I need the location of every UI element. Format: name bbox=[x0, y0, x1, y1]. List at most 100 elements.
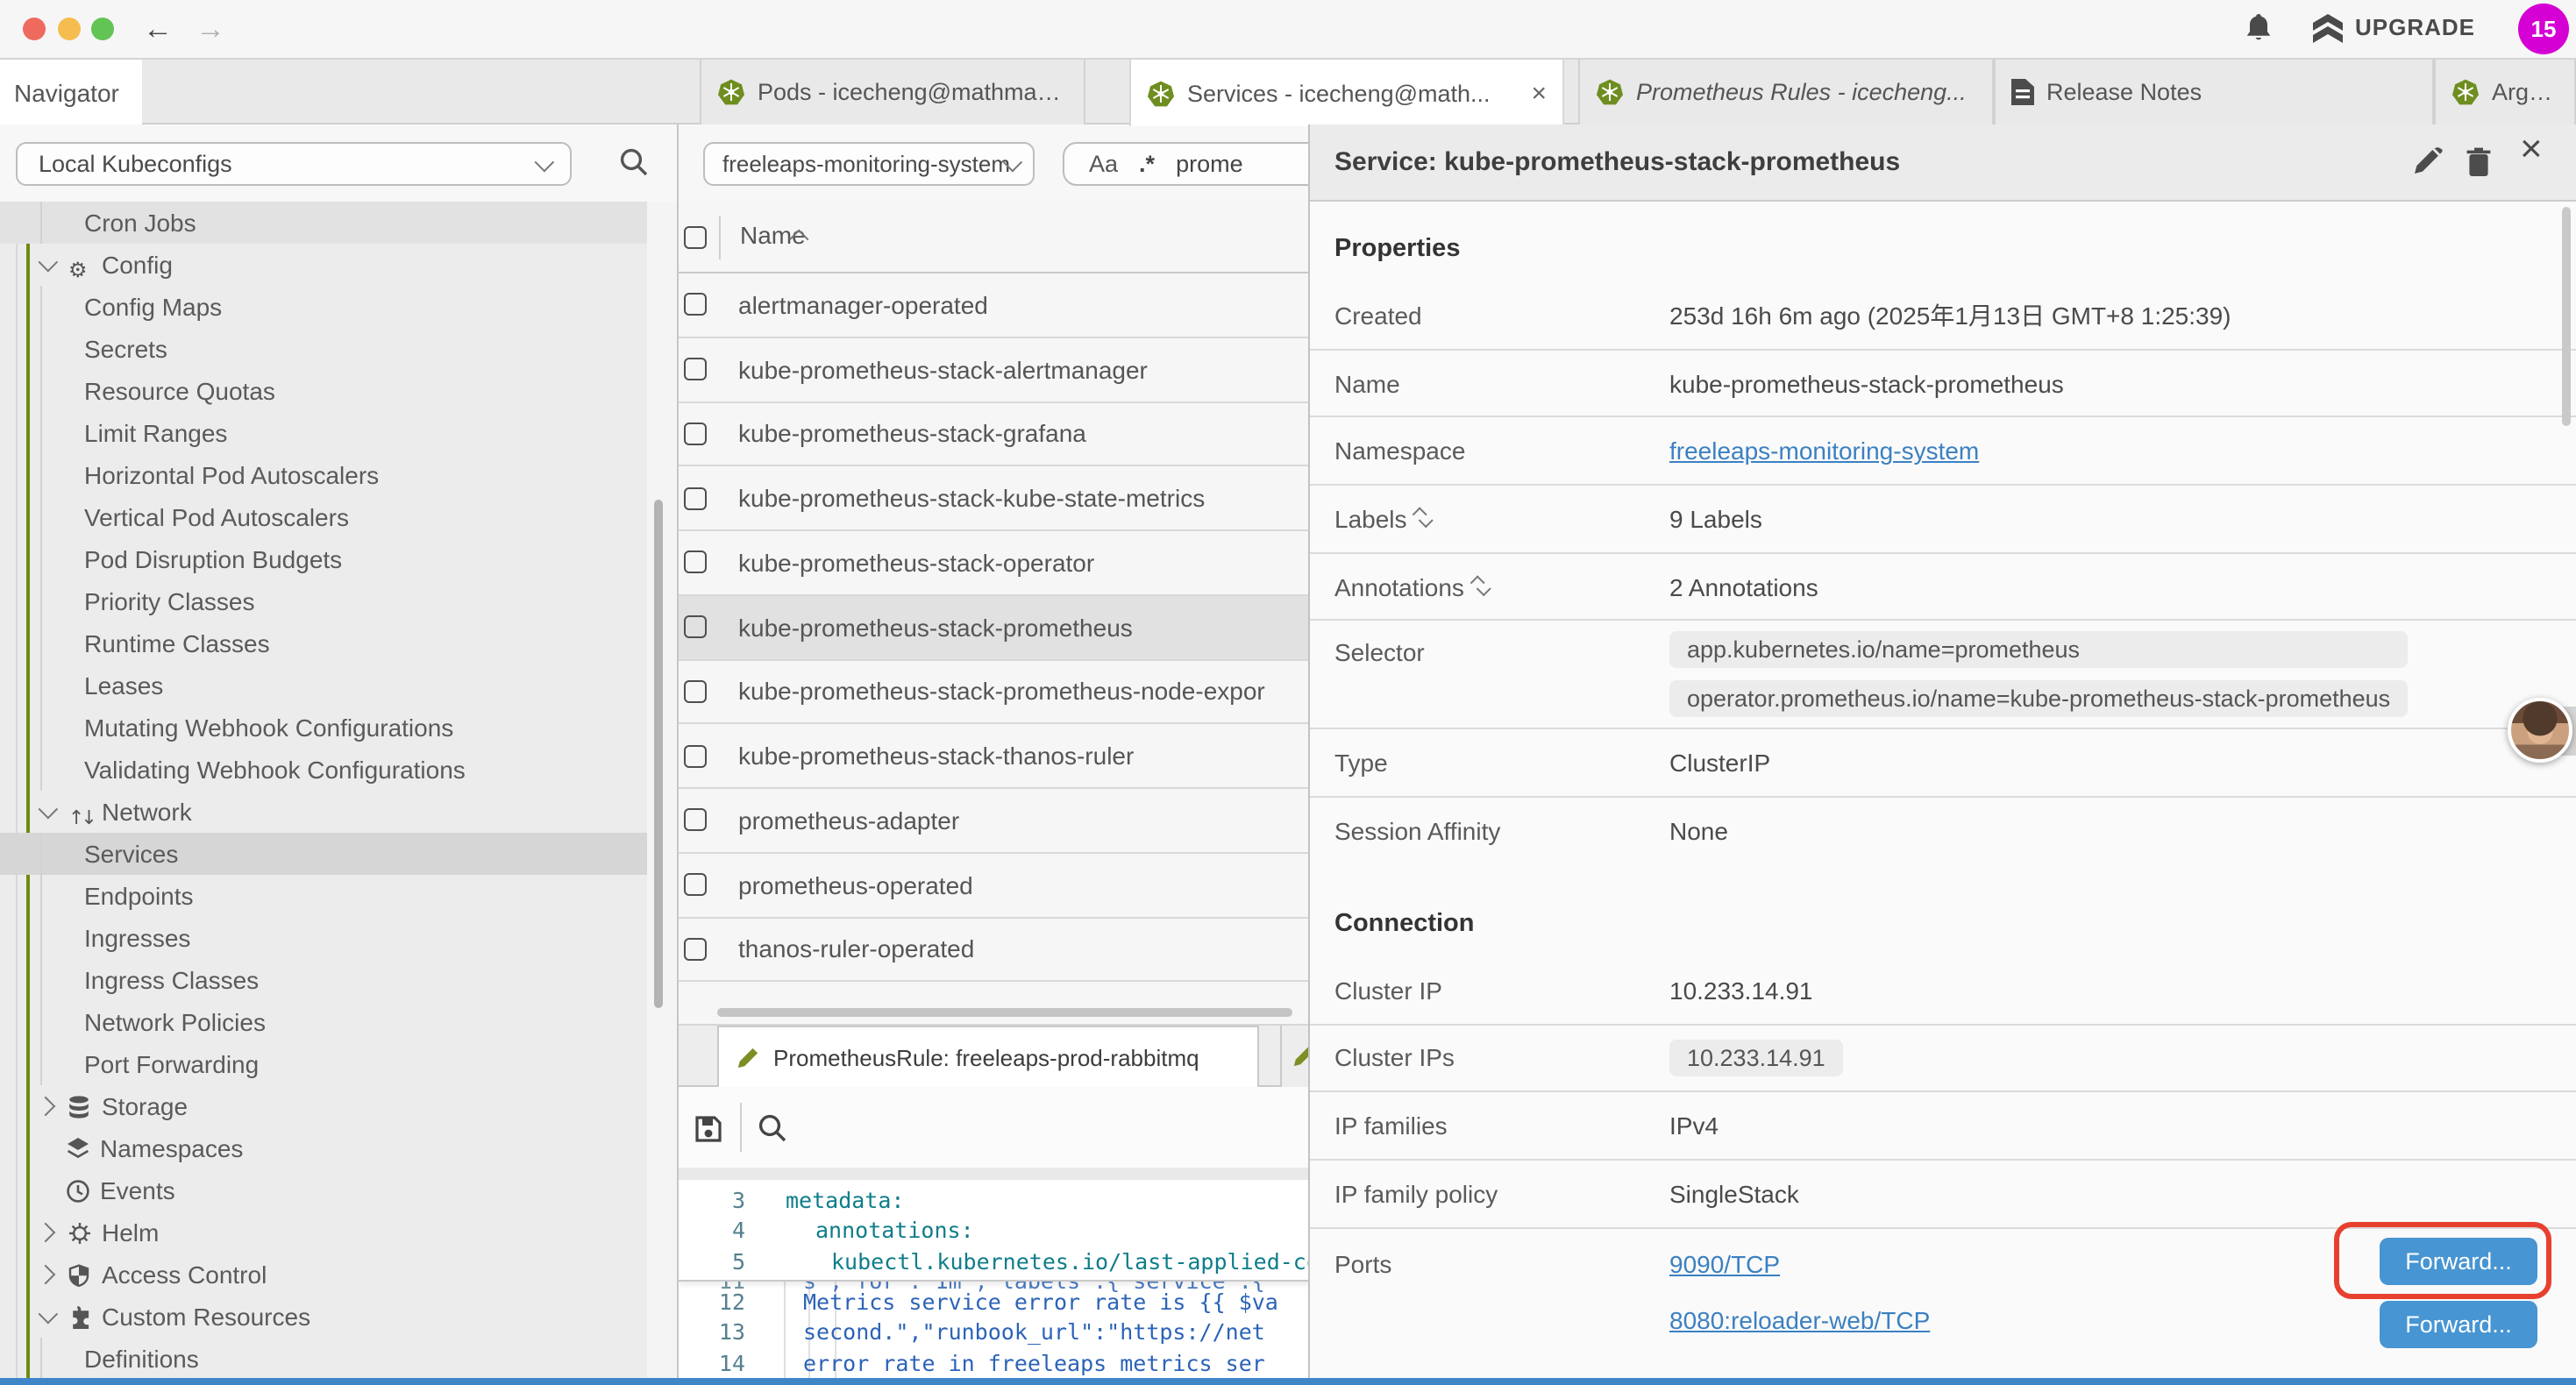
edit-pencil-icon[interactable] bbox=[2413, 147, 2443, 177]
chevron-right-icon[interactable] bbox=[36, 1223, 56, 1243]
table-row[interactable]: kube-prometheus-stack-operator bbox=[679, 531, 1310, 596]
minimize-dot[interactable] bbox=[57, 18, 80, 40]
sidebar-item-port-forwarding[interactable]: Port Forwarding bbox=[0, 1043, 647, 1085]
chevron-right-icon[interactable] bbox=[36, 1265, 56, 1285]
close-icon[interactable]: × bbox=[2520, 126, 2543, 172]
tab-release[interactable]: Release Notes bbox=[1994, 60, 2434, 124]
regex-toggle[interactable]: .* bbox=[1139, 151, 1155, 177]
sidebar-item-resource-quotas[interactable]: Resource Quotas bbox=[0, 370, 647, 412]
table-row[interactable]: kube-prometheus-stack-prometheus bbox=[679, 596, 1310, 661]
port-forward-link[interactable]: 8080:reloader-web/TCP bbox=[1669, 1305, 1930, 1333]
sidebar-item-secrets[interactable]: Secrets bbox=[0, 328, 647, 370]
tab-argo[interactable]: Argo Se bbox=[2434, 60, 2576, 124]
sidebar-item-limit-ranges[interactable]: Limit Ranges bbox=[0, 412, 647, 454]
sidebar-group-storage[interactable]: Storage bbox=[0, 1085, 647, 1127]
row-checkbox[interactable] bbox=[684, 680, 707, 703]
sidebar-search-icon[interactable] bbox=[619, 147, 649, 177]
prometheusrule-editor-tab[interactable]: PrometheusRule: freeleaps-prod-rabbitmq bbox=[717, 1026, 1259, 1089]
match-case-toggle[interactable]: Aa bbox=[1089, 151, 1118, 177]
sort-updown-icon[interactable] bbox=[1418, 508, 1428, 530]
kubeconfig-select[interactable]: Local Kubeconfigs bbox=[16, 142, 572, 186]
tab-prometheus[interactable]: Prometheus Rules - icecheng... bbox=[1578, 60, 1994, 124]
tab-pods[interactable]: Pods - icecheng@mathmas... bbox=[700, 60, 1085, 124]
row-checkbox[interactable] bbox=[684, 551, 707, 574]
sidebar-scrollbar[interactable] bbox=[647, 202, 677, 1378]
table-row[interactable]: alertmanager-operated bbox=[679, 273, 1310, 338]
row-checkbox[interactable] bbox=[684, 744, 707, 767]
upgrade-button[interactable]: UPGRADE bbox=[2355, 14, 2475, 40]
next-editor-tab-sliver[interactable] bbox=[1280, 1026, 1310, 1089]
sidebar-item-network-policies[interactable]: Network Policies bbox=[0, 1001, 647, 1043]
chevron-down-icon[interactable] bbox=[39, 799, 59, 820]
table-row[interactable]: thanos-ruler-operated bbox=[679, 918, 1310, 983]
sidebar-item-leases[interactable]: Leases bbox=[0, 664, 647, 707]
table-header[interactable]: Name bbox=[679, 202, 1310, 273]
sidebar-group-access-control[interactable]: Access Control bbox=[0, 1254, 647, 1296]
navigator-panel-tab[interactable]: Navigator bbox=[0, 60, 142, 126]
select-all-checkbox[interactable] bbox=[684, 226, 707, 249]
yaml-editor[interactable]: 3metadata:4annotations:5kubectl.kubernet… bbox=[679, 1180, 1310, 1378]
sidebar-scrollbar-thumb[interactable] bbox=[654, 500, 663, 1008]
tab-services[interactable]: Services - icecheng@math...× bbox=[1129, 60, 1564, 126]
save-icon[interactable] bbox=[694, 1115, 722, 1143]
sidebar-item-validating-webhook-configurations[interactable]: Validating Webhook Configurations bbox=[0, 749, 647, 791]
sidebar-item-horizontal-pod-autoscalers[interactable]: Horizontal Pod Autoscalers bbox=[0, 454, 647, 496]
sidebar-group-custom-resources[interactable]: Custom Resources bbox=[0, 1296, 647, 1338]
filter-input[interactable]: Aa .* prome bbox=[1063, 142, 1310, 186]
row-checkbox[interactable] bbox=[684, 294, 707, 316]
horizontal-scrollbar-thumb[interactable] bbox=[717, 1008, 1292, 1017]
upgrade-chevrons-icon[interactable] bbox=[2311, 12, 2345, 46]
sidebar-item-ingresses[interactable]: Ingresses bbox=[0, 917, 647, 959]
maximize-dot[interactable] bbox=[90, 18, 113, 40]
row-checkbox[interactable] bbox=[684, 358, 707, 380]
sidebar-item-definitions[interactable]: Definitions bbox=[0, 1338, 647, 1378]
sidebar-item-mutating-webhook-configurations[interactable]: Mutating Webhook Configurations bbox=[0, 707, 647, 749]
editor-search-icon[interactable] bbox=[758, 1113, 787, 1143]
detail-row-created: Created253d 16h 6m ago (2025年1月13日 GMT+8… bbox=[1310, 282, 2576, 350]
port-forward-link[interactable]: 9090/TCP bbox=[1669, 1249, 1930, 1277]
namespace-select[interactable]: freeleaps-monitoring-system bbox=[703, 142, 1035, 186]
table-row[interactable]: prometheus-operated bbox=[679, 854, 1310, 919]
chevron-down-icon[interactable] bbox=[39, 1304, 59, 1325]
row-checkbox[interactable] bbox=[684, 809, 707, 832]
back-arrow-button[interactable]: ← bbox=[137, 9, 179, 51]
row-checkbox[interactable] bbox=[684, 873, 707, 896]
row-checkbox[interactable] bbox=[684, 423, 707, 445]
table-row[interactable]: kube-prometheus-stack-grafana bbox=[679, 402, 1310, 467]
user-avatar[interactable] bbox=[2508, 698, 2572, 763]
sidebar-item-cron-jobs[interactable]: Cron Jobs bbox=[0, 202, 647, 244]
forward-button[interactable]: Forward... bbox=[2380, 1301, 2537, 1348]
sidebar-item-ingress-classes[interactable]: Ingress Classes bbox=[0, 959, 647, 1001]
sidebar-group-config[interactable]: ⚙Config bbox=[0, 244, 647, 286]
close-dot[interactable] bbox=[22, 18, 45, 40]
detail-scrollbar-thumb[interactable] bbox=[2562, 207, 2571, 426]
row-checkbox[interactable] bbox=[684, 487, 707, 509]
table-row[interactable]: prometheus-adapter bbox=[679, 789, 1310, 854]
sidebar-item-priority-classes[interactable]: Priority Classes bbox=[0, 580, 647, 622]
chevron-down-icon[interactable] bbox=[39, 252, 59, 273]
table-row[interactable]: kube-prometheus-stack-kube-state-metrics bbox=[679, 467, 1310, 532]
table-row[interactable]: kube-prometheus-stack-prometheus-node-ex… bbox=[679, 660, 1310, 725]
sidebar-group-namespaces[interactable]: Namespaces bbox=[0, 1127, 647, 1169]
namespace-link[interactable]: freeleaps-monitoring-system bbox=[1669, 437, 1979, 465]
chevron-right-icon[interactable] bbox=[36, 1097, 56, 1117]
sidebar-item-config-maps[interactable]: Config Maps bbox=[0, 286, 647, 328]
sort-updown-icon[interactable] bbox=[1475, 575, 1485, 598]
row-checkbox[interactable] bbox=[684, 938, 707, 961]
sidebar-item-vertical-pod-autoscalers[interactable]: Vertical Pod Autoscalers bbox=[0, 496, 647, 538]
sidebar-item-services[interactable]: Services bbox=[0, 833, 647, 875]
notifications-bell-icon[interactable] bbox=[2245, 12, 2273, 44]
sidebar-group-helm[interactable]: Helm bbox=[0, 1211, 647, 1254]
tab-close-icon[interactable]: × bbox=[1531, 78, 1547, 108]
sidebar-group-network[interactable]: ↑↓Network bbox=[0, 791, 647, 833]
table-row[interactable]: kube-prometheus-stack-thanos-ruler bbox=[679, 725, 1310, 790]
sidebar-group-events[interactable]: Events bbox=[0, 1169, 647, 1211]
sidebar-item-pod-disruption-budgets[interactable]: Pod Disruption Budgets bbox=[0, 538, 647, 580]
sidebar-item-endpoints[interactable]: Endpoints bbox=[0, 875, 647, 917]
forward-arrow-button[interactable]: → bbox=[189, 9, 231, 51]
sidebar-item-runtime-classes[interactable]: Runtime Classes bbox=[0, 622, 647, 664]
delete-trash-icon[interactable] bbox=[2466, 147, 2492, 177]
notification-badge[interactable]: 15 bbox=[2518, 4, 2569, 54]
table-row[interactable]: kube-prometheus-stack-alertmanager bbox=[679, 338, 1310, 403]
row-checkbox[interactable] bbox=[684, 615, 707, 638]
